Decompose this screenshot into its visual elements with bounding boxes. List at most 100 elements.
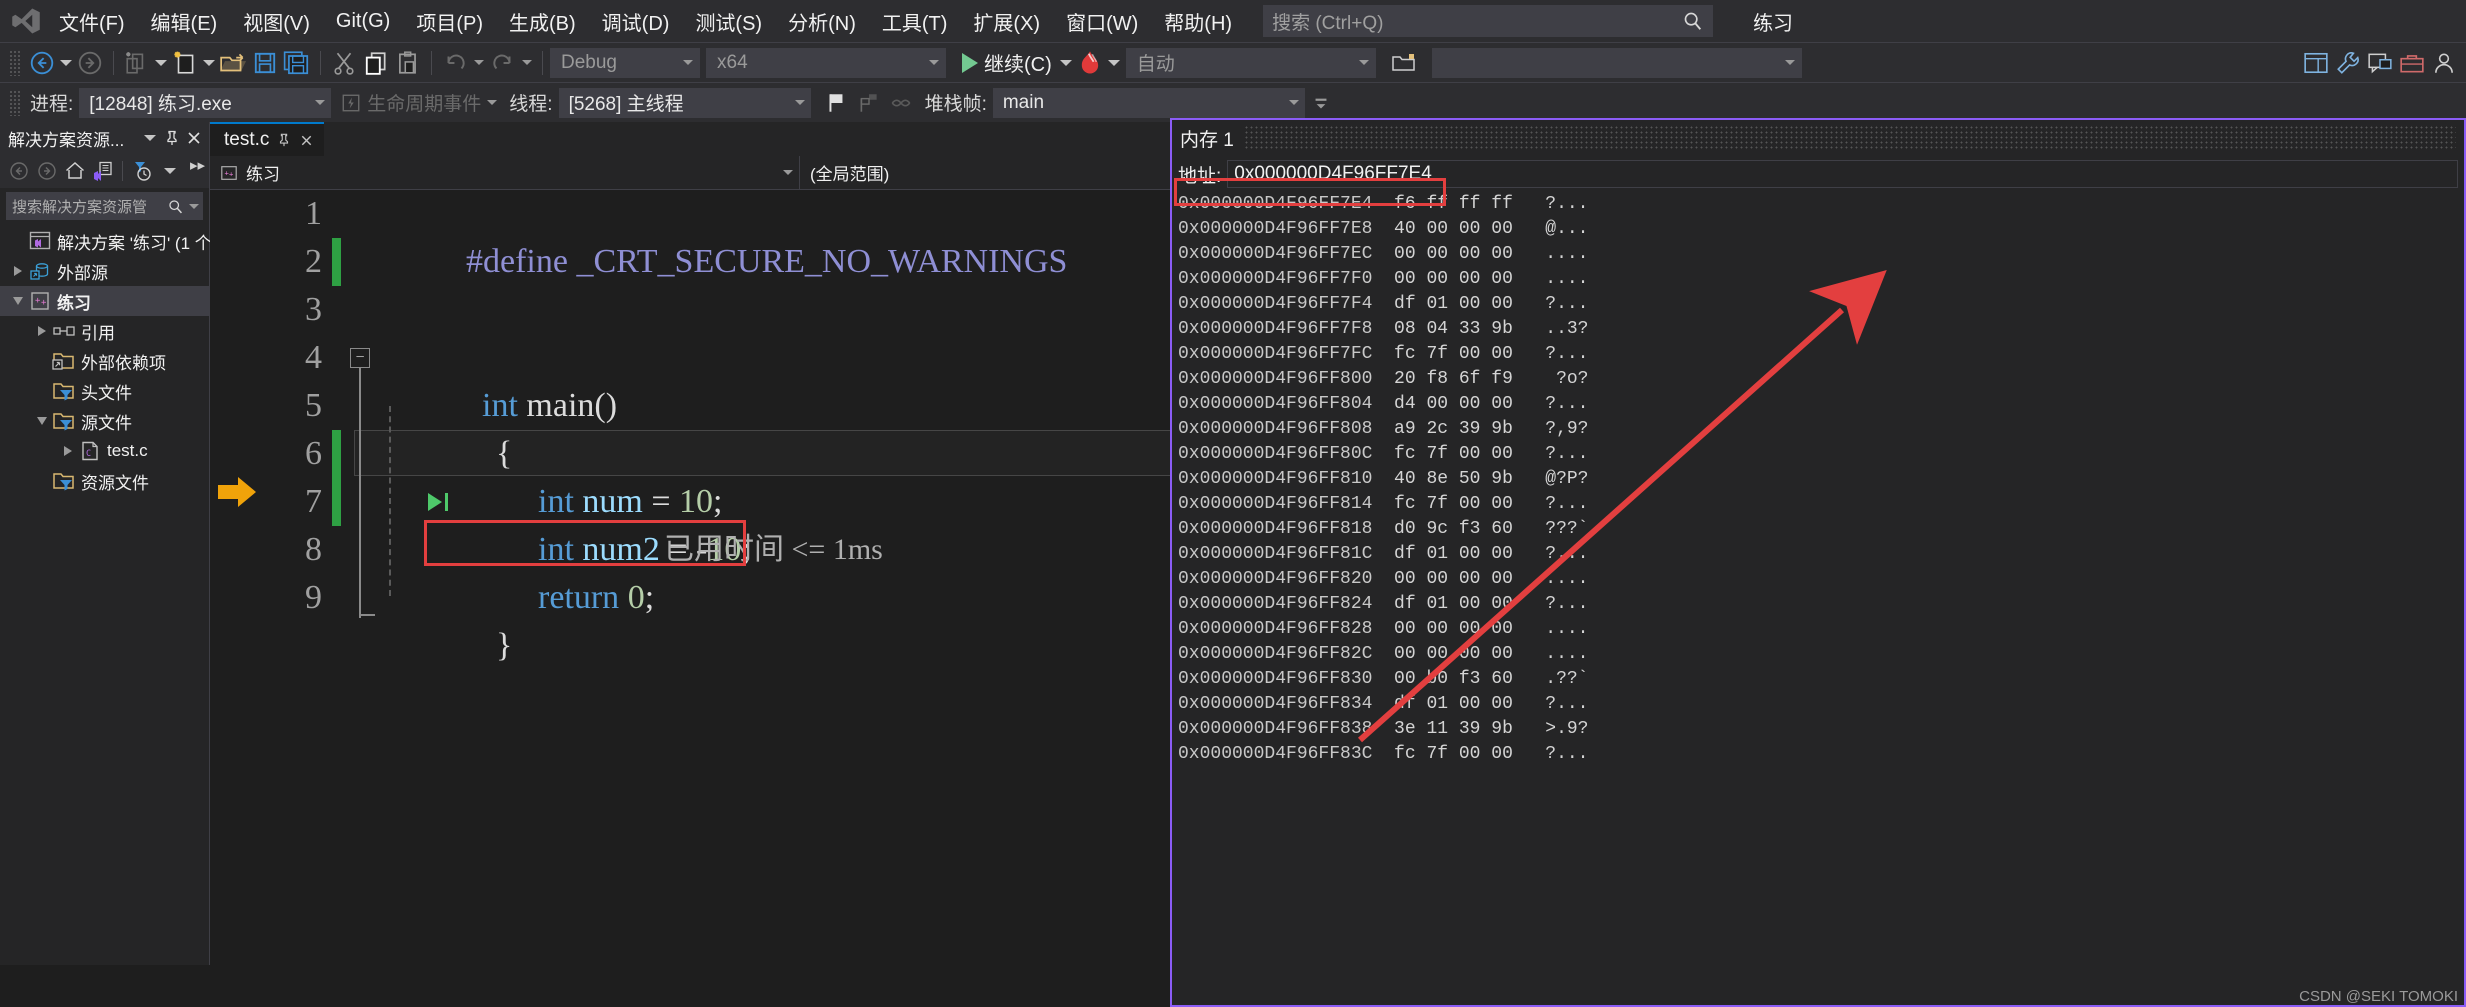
project-scope-dropdown[interactable]: + + 练习 xyxy=(210,155,800,190)
memory-hex: df 01 00 00 xyxy=(1394,294,1513,314)
lifecycle-events-button[interactable]: 生命周期事件 xyxy=(341,89,498,116)
tree-item-project[interactable]: + + 练习 xyxy=(0,286,209,316)
tree-item-test-c[interactable]: C test.c xyxy=(0,436,209,466)
save-all-icon[interactable] xyxy=(281,48,313,78)
menu-edit[interactable]: 编辑(E) xyxy=(138,3,231,40)
menu-extensions[interactable]: 扩展(X) xyxy=(960,3,1053,40)
memory-row: 0x000000D4F96FF830 00 b0 f3 60 .??` xyxy=(1178,667,2464,692)
close-icon[interactable] xyxy=(299,133,314,148)
tree-item-header-files[interactable]: 头文件 xyxy=(0,376,209,406)
chevron-down-icon[interactable] xyxy=(189,203,199,209)
global-search-input[interactable]: 搜索 (Ctrl+Q) xyxy=(1263,5,1714,37)
redo-icon[interactable] xyxy=(487,48,519,78)
memory-address: 0x000000D4F96FF818 xyxy=(1178,519,1373,539)
tree-item-resource-files[interactable]: 资源文件 xyxy=(0,466,209,496)
thread-dropdown[interactable]: [5268] 主线程 xyxy=(558,87,811,118)
twisty-collapsed[interactable] xyxy=(8,266,28,276)
twisty-collapsed[interactable] xyxy=(32,326,52,336)
menu-test[interactable]: 测试(S) xyxy=(682,3,775,40)
menu-git[interactable]: Git(G) xyxy=(323,6,403,37)
auto-dropdown[interactable]: 自动 xyxy=(1125,47,1376,78)
menu-build[interactable]: 生成(B) xyxy=(496,3,589,40)
paste-icon[interactable] xyxy=(392,48,424,78)
wrench-icon[interactable] xyxy=(2332,48,2364,78)
window-layout-icon[interactable] xyxy=(2300,48,2332,78)
navigate-back-icon[interactable] xyxy=(26,48,58,78)
twisty-expanded[interactable] xyxy=(8,297,28,305)
toolbox-icon[interactable] xyxy=(2396,48,2428,78)
platform-dropdown[interactable]: x64 xyxy=(706,47,946,78)
forward-icon[interactable] xyxy=(34,158,60,184)
chevron-down-icon xyxy=(929,60,939,65)
tab-test-c[interactable]: test.c xyxy=(210,122,325,156)
flags-icon[interactable] xyxy=(853,88,885,118)
memory-address: 0x000000D4F96FF7EC xyxy=(1178,244,1373,264)
menu-analyze[interactable]: 分析(N) xyxy=(775,3,869,40)
feedback-icon[interactable] xyxy=(2364,48,2396,78)
sync-with-active-document-icon[interactable] xyxy=(90,158,116,184)
find-combo[interactable] xyxy=(1431,47,1802,78)
memory-address: 0x000000D4F96FF83C xyxy=(1178,744,1373,764)
menu-project[interactable]: 项目(P) xyxy=(403,3,496,40)
tree-item-solution[interactable]: 解决方案 '练习' (1 个I xyxy=(0,226,217,256)
pin-icon[interactable] xyxy=(161,127,183,149)
chevron-down-icon[interactable] xyxy=(157,158,183,184)
open-folder-icon[interactable] xyxy=(217,48,249,78)
memory-window-grip[interactable] xyxy=(1243,125,2456,151)
pin-icon[interactable] xyxy=(277,133,291,147)
back-history-dropdown[interactable] xyxy=(58,48,74,78)
breakpoint-gutter[interactable] xyxy=(210,190,260,965)
menu-help[interactable]: 帮助(H) xyxy=(1151,3,1245,40)
overflow-chevron-icon[interactable] xyxy=(1305,88,1337,118)
chevron-down-icon[interactable] xyxy=(139,127,161,149)
tree-item-external-sources[interactable]: 外部源 xyxy=(0,256,209,286)
close-icon[interactable] xyxy=(183,127,205,149)
hot-reload-dropdown[interactable] xyxy=(1106,48,1122,78)
memory-ascii: ?... xyxy=(1545,344,1589,364)
hot-reload-icon[interactable] xyxy=(1074,48,1106,78)
solution-explorer-search-input[interactable]: 搜索解决方案资源管 xyxy=(6,192,203,220)
new-item-icon[interactable] xyxy=(121,48,153,78)
menu-window[interactable]: 窗口(W) xyxy=(1053,3,1151,40)
stackframe-label: 堆栈帧: xyxy=(924,94,987,115)
cut-icon[interactable] xyxy=(328,48,360,78)
save-icon[interactable] xyxy=(249,48,281,78)
menu-tools[interactable]: 工具(T) xyxy=(869,3,961,40)
visual-studio-logo-icon xyxy=(6,6,46,36)
home-icon[interactable] xyxy=(62,158,88,184)
continue-dropdown[interactable] xyxy=(1058,48,1074,78)
navigate-forward-icon[interactable] xyxy=(74,48,106,78)
new-file-dropdown[interactable] xyxy=(201,48,217,78)
account-icon[interactable] xyxy=(2428,48,2460,78)
menu-view[interactable]: 视图(V) xyxy=(230,3,323,40)
twisty-collapsed[interactable] xyxy=(58,446,78,456)
build-configuration-dropdown[interactable]: Debug xyxy=(550,47,700,78)
collapse-region-icon[interactable]: − xyxy=(350,348,370,368)
tree-item-source-files[interactable]: 源文件 xyxy=(0,406,209,436)
new-item-dropdown[interactable] xyxy=(153,48,169,78)
undo-icon[interactable] xyxy=(439,48,471,78)
back-icon[interactable] xyxy=(6,158,32,184)
toolbar-separator-2 xyxy=(320,50,321,75)
tab-label: test.c xyxy=(224,129,270,150)
twisty-expanded[interactable] xyxy=(32,417,52,425)
flag-icon[interactable] xyxy=(821,88,853,118)
browse-folder-icon[interactable] xyxy=(1388,48,1420,78)
pending-changes-filter-icon[interactable] xyxy=(129,158,155,184)
memory-rows[interactable]: 0x000000D4F96FF7E4 f6 ff ff ff ?... 0x00… xyxy=(1172,192,2464,767)
tree-item-external-dependencies[interactable]: 外部依赖项 xyxy=(0,346,209,376)
redo-dropdown[interactable] xyxy=(519,48,535,78)
overflow-icon[interactable]: ▸▸ xyxy=(190,156,205,174)
toolbar-grip[interactable] xyxy=(9,49,21,76)
new-file-icon[interactable] xyxy=(169,48,201,78)
debugbar-grip[interactable] xyxy=(9,89,21,116)
menu-file[interactable]: 文件(F) xyxy=(46,3,138,40)
process-dropdown[interactable]: [12848] 练习.exe xyxy=(79,87,332,118)
undo-dropdown[interactable] xyxy=(471,48,487,78)
menu-debug[interactable]: 调试(D) xyxy=(589,3,683,40)
copy-icon[interactable] xyxy=(360,48,392,78)
stackframe-dropdown[interactable]: main xyxy=(992,87,1305,118)
link-icon[interactable] xyxy=(885,88,917,118)
continue-button[interactable]: 继续(C) xyxy=(956,47,1058,79)
tree-item-references[interactable]: 引用 xyxy=(0,316,209,346)
